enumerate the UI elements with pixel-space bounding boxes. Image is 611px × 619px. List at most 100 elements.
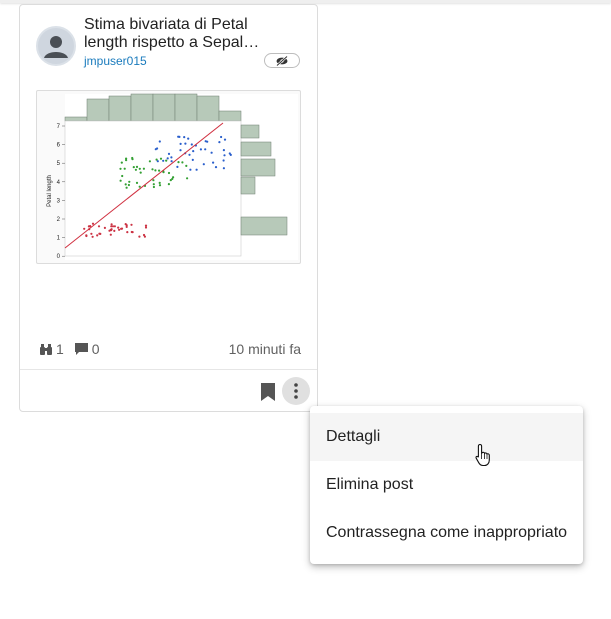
versicolor-point	[172, 176, 175, 179]
virginica-point	[204, 148, 207, 151]
versicolor-point	[148, 160, 151, 163]
setosa-point	[110, 223, 113, 226]
virginica-point	[206, 140, 209, 143]
setosa-point	[97, 225, 101, 228]
versicolor-point	[142, 167, 145, 170]
versicolor-point	[158, 169, 161, 172]
versicolor-point	[120, 161, 123, 164]
setosa-point	[103, 226, 106, 229]
setosa-point	[126, 231, 129, 234]
versicolor-point	[128, 180, 131, 183]
eye-off-icon	[276, 55, 288, 66]
virginica-point	[154, 148, 157, 151]
histogram-bar	[240, 216, 288, 236]
histogram-bar	[152, 93, 176, 122]
histogram-bar	[108, 95, 132, 122]
histogram-bar	[240, 124, 260, 139]
setosa-point	[96, 234, 99, 237]
virginica-point	[212, 161, 215, 164]
virginica-point	[170, 160, 173, 163]
histogram-bar	[174, 93, 198, 122]
menu-item-delete-post[interactable]: Elimina post	[310, 461, 583, 509]
bookmark-button[interactable]	[260, 382, 276, 402]
histogram-bar	[64, 116, 88, 122]
hand-pointer-cursor	[474, 443, 494, 472]
visibility-badge[interactable]	[264, 53, 300, 68]
setosa-point	[85, 234, 88, 238]
versicolor-point	[132, 166, 135, 169]
comments-count: 0	[74, 341, 100, 357]
versicolor-point	[138, 185, 141, 188]
comment-icon	[74, 343, 88, 355]
versicolor-point	[152, 183, 155, 186]
virginica-point	[228, 152, 231, 155]
setosa-point	[130, 223, 133, 226]
histogram-bar	[196, 95, 220, 122]
more-options-button[interactable]	[282, 377, 310, 405]
setosa-point	[91, 222, 95, 225]
virginica-point	[187, 137, 190, 140]
y-tick-label: 2	[57, 217, 61, 223]
versicolor-point	[125, 159, 128, 162]
setosa-point	[142, 233, 146, 237]
setosa-point	[113, 225, 116, 228]
virginica-point	[189, 168, 192, 171]
virginica-point	[156, 160, 159, 163]
more-vert-icon	[294, 383, 298, 399]
virginica-point	[176, 165, 179, 168]
virginica-point	[214, 166, 218, 169]
virginica-point	[190, 143, 193, 146]
histogram-bar	[240, 141, 272, 157]
histogram-bar	[240, 176, 256, 195]
setosa-point	[90, 232, 93, 235]
versicolor-point	[135, 181, 139, 184]
user-icon	[44, 36, 68, 58]
histogram-bar	[218, 110, 242, 122]
virginica-point	[222, 159, 225, 162]
y-tick-label: 3	[57, 198, 61, 204]
versicolor-point	[165, 159, 168, 162]
virginica-point	[179, 149, 182, 152]
virginica-point	[222, 149, 225, 152]
versicolor-point	[158, 184, 162, 187]
virginica-point	[223, 154, 226, 157]
bivariate-plot: 7 6 5 4 3 2 1 0 Petal length	[47, 93, 298, 260]
versicolor-point	[159, 157, 163, 160]
virginica-point	[178, 135, 181, 138]
virginica-point	[184, 142, 187, 145]
versicolor-point	[181, 161, 184, 164]
post-card[interactable]: Stima bivariata di Petal length rispetto…	[19, 4, 318, 412]
bookmark-icon	[261, 383, 275, 401]
y-axis-ticks: 7 6 5 4 3 2 1 0	[57, 124, 65, 260]
post-stats: 1 0	[39, 341, 110, 357]
y-tick-label: 6	[57, 143, 61, 149]
y-tick-label: 4	[57, 180, 61, 186]
versicolor-point	[121, 174, 124, 178]
virginica-point	[210, 151, 213, 154]
versicolor-point	[139, 171, 142, 174]
setosa-point	[144, 226, 148, 229]
versicolor-point	[138, 167, 141, 170]
versicolor-point	[151, 168, 154, 171]
post-author-link[interactable]: jmpuser015	[84, 54, 147, 68]
setosa-point	[83, 227, 86, 230]
virginica-point	[183, 136, 186, 139]
versicolor-point	[124, 183, 127, 186]
virginica-point	[223, 138, 227, 141]
setosa-point	[117, 226, 120, 229]
setosa-point	[120, 227, 124, 230]
menu-item-flag-inappropriate[interactable]: Contrassegna come inappropriato	[310, 509, 583, 557]
virginica-point	[222, 167, 225, 170]
versicolor-point	[131, 156, 134, 160]
setosa-point	[118, 228, 121, 231]
versicolor-point	[119, 179, 122, 182]
versicolor-point	[167, 171, 171, 175]
post-title[interactable]: Stima bivariata di Petal length rispetto…	[84, 16, 284, 52]
y-tick-label: 7	[57, 124, 61, 130]
chart-thumbnail[interactable]: 7 6 5 4 3 2 1 0 Petal length	[36, 90, 301, 264]
versicolor-point	[185, 164, 188, 167]
setosa-point	[125, 225, 128, 228]
virginica-point	[191, 158, 194, 161]
menu-item-details[interactable]: Dettagli	[310, 413, 583, 461]
avatar[interactable]	[36, 26, 76, 66]
